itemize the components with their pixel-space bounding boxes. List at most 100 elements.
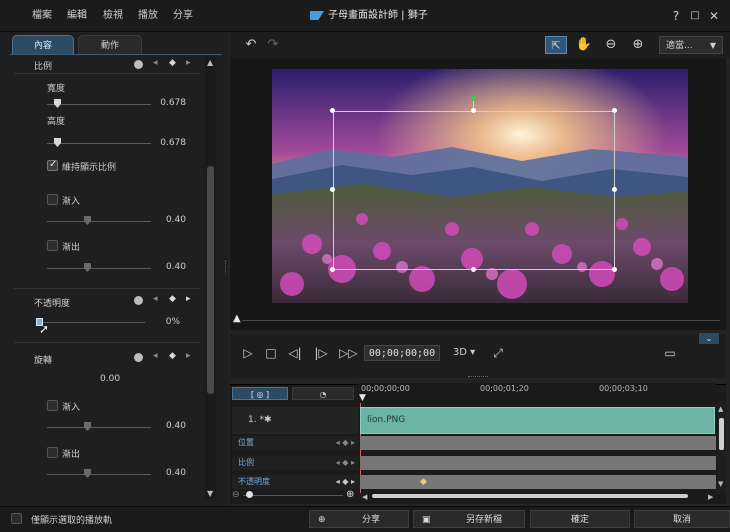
safe-zone-icon[interactable]: ▭	[662, 345, 678, 361]
keyframe-icon[interactable]: ◆	[420, 477, 427, 487]
next-frame-icon[interactable]: |▷	[313, 345, 329, 361]
menu-file[interactable]: 檔案	[32, 9, 52, 23]
fade-in-value[interactable]: 0.40	[146, 215, 186, 225]
playhead-marker-icon[interactable]: ▼	[359, 393, 366, 403]
rotate-handle[interactable]	[471, 96, 476, 101]
timeline-zoom-track[interactable]	[243, 495, 343, 496]
ok-button[interactable]: 確定	[530, 510, 630, 528]
resize-handle[interactable]	[612, 187, 617, 192]
splitter-handle[interactable]	[225, 260, 227, 274]
timeline-scrollbar-thumb[interactable]	[719, 418, 724, 450]
rotation-fade-out-track[interactable]	[47, 474, 151, 475]
reset-clock-icon[interactable]	[134, 296, 143, 305]
menu-share[interactable]: 分享	[173, 9, 193, 23]
cancel-button[interactable]: 取消	[634, 510, 730, 528]
tab-motion[interactable]: 動作	[78, 35, 142, 55]
tab-content[interactable]: 內容	[12, 35, 74, 55]
maximize-button[interactable]: □	[688, 8, 702, 24]
resize-handle[interactable]	[330, 267, 335, 272]
keyframe-nav-icon[interactable]: ◂ ◆ ▸	[336, 436, 355, 450]
resize-handle[interactable]	[612, 267, 617, 272]
previous-frame-icon[interactable]: ◁|	[287, 345, 303, 361]
scroll-left-icon[interactable]: ◀	[362, 493, 367, 501]
rotation-fade-in-value[interactable]: 0.40	[146, 421, 186, 431]
timeline-tab-motion[interactable]: ◔	[292, 387, 354, 400]
reset-clock-icon[interactable]	[134, 353, 143, 362]
reset-clock-icon[interactable]	[134, 60, 143, 69]
next-keyframe-icon[interactable]: ▸	[186, 294, 191, 304]
height-value[interactable]: 0.678	[146, 138, 186, 148]
fade-out-value[interactable]: 0.40	[146, 262, 186, 272]
collapse-icon[interactable]: ⌄	[699, 333, 719, 344]
redo-button[interactable]: ↷	[262, 36, 284, 54]
splitter-handle[interactable]	[468, 376, 488, 378]
stop-icon[interactable]: □	[263, 345, 279, 361]
track-row-position[interactable]: 位置 ◂ ◆ ▸	[232, 436, 359, 450]
scroll-up-icon[interactable]: ▲	[207, 58, 213, 67]
share-button[interactable]: ⊕ 分享	[309, 510, 409, 528]
track-row-scale[interactable]: 比例 ◂ ◆ ▸	[232, 456, 359, 470]
scroll-up-icon[interactable]: ▲	[718, 405, 725, 415]
width-value[interactable]: 0.678	[146, 98, 186, 108]
scroll-down-icon[interactable]: ▼	[718, 480, 725, 490]
save-as-button[interactable]: ▣ 另存新檔	[413, 510, 525, 528]
timecode-display[interactable]: 00;00;00;00	[364, 345, 440, 361]
timeline-zoom-thumb[interactable]	[246, 491, 253, 498]
prev-keyframe-icon[interactable]: ◂	[153, 58, 158, 68]
keep-ratio-checkbox[interactable]: ✓	[47, 159, 58, 171]
zoom-out-icon[interactable]: ⊖	[600, 36, 622, 54]
opacity-slider-track[interactable]	[37, 322, 145, 323]
3d-mode-button[interactable]: 3D ▾	[450, 345, 478, 361]
prev-keyframe-icon[interactable]: ◂	[153, 294, 158, 304]
fullscreen-icon[interactable]: ⤢	[490, 345, 506, 361]
zoom-out-timeline-icon[interactable]: ⊖	[232, 490, 240, 500]
menu-view[interactable]: 檢視	[103, 9, 123, 23]
panel-scrollbar-thumb[interactable]	[207, 166, 214, 394]
zoom-in-icon[interactable]: ⊕	[627, 36, 649, 54]
add-keyframe-icon[interactable]: ◆	[169, 294, 176, 304]
fade-in-checkbox[interactable]	[47, 194, 58, 205]
track-row-opacity[interactable]: 不透明度 ◂ ◆ ▸	[232, 475, 359, 489]
rotation-value[interactable]: 0.00	[100, 374, 120, 384]
rotation-fade-in-track[interactable]	[47, 427, 151, 428]
track-lane-opacity[interactable]	[360, 475, 716, 489]
zoom-in-timeline-icon[interactable]: ⊕	[346, 489, 354, 500]
close-button[interactable]: ✕	[707, 8, 721, 24]
width-slider-track[interactable]	[47, 104, 151, 105]
timeline-ruler[interactable]	[358, 383, 716, 403]
opacity-value[interactable]: 0%	[140, 317, 180, 327]
fade-in-slider-track[interactable]	[47, 221, 151, 222]
resize-handle[interactable]	[471, 108, 476, 113]
fade-out-checkbox[interactable]	[47, 240, 58, 251]
scroll-right-icon[interactable]: ▶	[708, 493, 713, 501]
next-keyframe-icon[interactable]: ▸	[186, 351, 191, 361]
resize-handle[interactable]	[612, 108, 617, 113]
track-lane-position[interactable]	[360, 436, 716, 450]
keyframe-nav-icon[interactable]: ◂ ◆ ▸	[336, 475, 355, 489]
resize-handle[interactable]	[330, 187, 335, 192]
rotation-fade-in-checkbox[interactable]	[47, 400, 58, 411]
help-button[interactable]: ?	[669, 8, 683, 24]
height-slider-track[interactable]	[47, 143, 151, 144]
prev-keyframe-icon[interactable]: ◂	[153, 351, 158, 361]
rotation-fade-out-checkbox[interactable]	[47, 447, 58, 458]
menu-edit[interactable]: 編輯	[67, 9, 87, 23]
fast-forward-icon[interactable]: ▷▷	[339, 345, 357, 361]
add-keyframe-icon[interactable]: ◆	[169, 58, 176, 68]
hand-icon[interactable]: ✋	[573, 36, 595, 54]
show-selected-track-checkbox[interactable]	[11, 513, 22, 524]
timeline-clip[interactable]	[360, 407, 715, 434]
preview-seek-track[interactable]	[242, 320, 720, 321]
keyframe-nav-icon[interactable]: ◂ ◆ ▸	[336, 456, 355, 470]
select-move-icon[interactable]: ⇱	[545, 36, 567, 54]
selection-box[interactable]	[333, 111, 615, 270]
track-lane-scale[interactable]	[360, 456, 716, 470]
zoom-select[interactable]: 適當... ▼	[659, 36, 723, 54]
resize-handle[interactable]	[330, 108, 335, 113]
add-keyframe-icon[interactable]: ◆	[169, 351, 176, 361]
resize-handle[interactable]	[471, 267, 476, 272]
rotation-fade-out-value[interactable]: 0.40	[146, 468, 186, 478]
timeline-tab-clip[interactable]: [ ◎ ]	[232, 387, 288, 400]
menu-play[interactable]: 播放	[138, 9, 158, 23]
undo-button[interactable]: ↶	[240, 36, 262, 54]
